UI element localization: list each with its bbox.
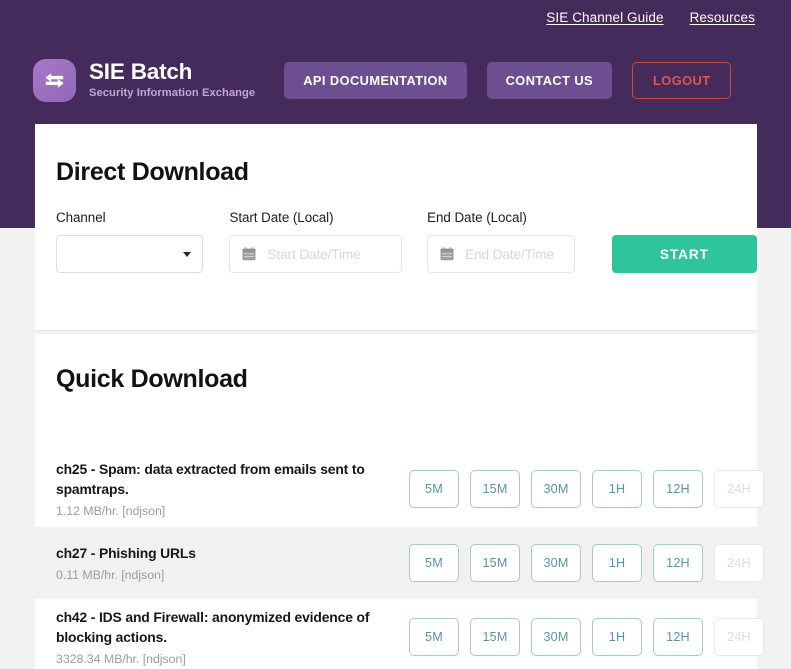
quick-download-title: Quick Download bbox=[56, 365, 248, 393]
channel-select[interactable] bbox=[56, 235, 204, 273]
sie-batch-logo bbox=[33, 58, 76, 102]
channel-rate: 3328.34 MB/hr. [ndjson] bbox=[56, 651, 186, 666]
end-date-label: End Date (Local) bbox=[427, 210, 527, 225]
duration-button-24h: 24H bbox=[714, 617, 764, 656]
start-date-input[interactable]: Start Date/Time bbox=[229, 235, 403, 273]
start-date-label: Start Date (Local) bbox=[229, 210, 334, 225]
chevron-down-icon bbox=[183, 251, 192, 257]
api-documentation-button[interactable]: API DOCUMENTATION bbox=[284, 61, 467, 99]
duration-button-group: 5M 15M 30M 1H 12H 24H bbox=[409, 617, 764, 656]
duration-button-15m[interactable]: 15M bbox=[470, 469, 520, 508]
start-date-placeholder: Start Date/Time bbox=[267, 246, 361, 262]
direct-download-form: Channel Start Date (Local) Start Date/Ti… bbox=[35, 187, 758, 273]
duration-button-1h[interactable]: 1H bbox=[592, 543, 642, 582]
quick-download-list: ch25 - Spam: data extracted from emails … bbox=[35, 451, 764, 669]
table-row: ch27 - Phishing URLs 0.11 MB/hr. [ndjson]… bbox=[35, 526, 764, 599]
top-nav-links: SIE Channel Guide Resources bbox=[546, 10, 755, 25]
duration-button-1h[interactable]: 1H bbox=[592, 469, 642, 508]
brand-row: SIE Batch Security Information Exchange … bbox=[33, 55, 758, 105]
duration-button-12h[interactable]: 12H bbox=[653, 617, 703, 656]
duration-button-12h[interactable]: 12H bbox=[653, 469, 703, 508]
logout-button[interactable]: LOGOUT bbox=[632, 61, 732, 99]
end-date-field: End Date (Local) End Date/Time bbox=[427, 210, 575, 273]
duration-button-5m[interactable]: 5M bbox=[409, 543, 459, 582]
channel-info: ch42 - IDS and Firewall: anonymized evid… bbox=[56, 608, 376, 666]
start-button[interactable]: START bbox=[611, 235, 758, 273]
brand-text: SIE Batch Security Information Exchange bbox=[89, 58, 256, 100]
duration-button-30m[interactable]: 30M bbox=[531, 617, 581, 656]
duration-button-5m[interactable]: 5M bbox=[409, 469, 459, 508]
brand-title: SIE Batch bbox=[89, 58, 193, 84]
duration-button-24h: 24H bbox=[714, 469, 764, 508]
header-buttons: API DOCUMENTATION CONTACT US LOGOUT bbox=[284, 61, 732, 99]
end-date-placeholder: End Date/Time bbox=[465, 246, 554, 262]
contact-us-button[interactable]: CONTACT US bbox=[486, 61, 613, 99]
channel-label: Channel bbox=[56, 210, 106, 225]
duration-button-15m[interactable]: 15M bbox=[470, 543, 520, 582]
duration-button-12h[interactable]: 12H bbox=[653, 543, 703, 582]
brand-subtitle: Security Information Exchange bbox=[89, 87, 256, 100]
duration-button-30m[interactable]: 30M bbox=[531, 469, 581, 508]
resources-link[interactable]: Resources bbox=[690, 10, 755, 25]
calendar-icon bbox=[242, 247, 256, 261]
end-date-input[interactable]: End Date/Time bbox=[427, 235, 575, 273]
duration-button-15m[interactable]: 15M bbox=[470, 617, 520, 656]
duration-button-1h[interactable]: 1H bbox=[592, 617, 642, 656]
start-date-field: Start Date (Local) Start Date/Time bbox=[229, 210, 403, 273]
channel-name: ch27 - Phishing URLs bbox=[56, 544, 196, 561]
sie-channel-guide-link[interactable]: SIE Channel Guide bbox=[546, 10, 663, 25]
channel-info: ch27 - Phishing URLs 0.11 MB/hr. [ndjson] bbox=[56, 544, 376, 582]
table-row: ch25 - Spam: data extracted from emails … bbox=[35, 451, 764, 527]
channel-field: Channel bbox=[56, 210, 204, 273]
direct-download-title: Direct Download bbox=[56, 158, 249, 186]
duration-button-30m[interactable]: 30M bbox=[531, 543, 581, 582]
channel-name: ch42 - IDS and Firewall: anonymized evid… bbox=[56, 608, 370, 645]
calendar-icon bbox=[440, 247, 454, 261]
duration-button-24h: 24H bbox=[714, 543, 764, 582]
exchange-arrows-icon bbox=[42, 70, 67, 91]
channel-name: ch25 - Spam: data extracted from emails … bbox=[56, 461, 365, 497]
channel-rate: 1.12 MB/hr. [ndjson] bbox=[56, 503, 166, 518]
table-row: ch42 - IDS and Firewall: anonymized evid… bbox=[35, 599, 764, 669]
direct-download-card: Direct Download Channel Start Date (Loca… bbox=[35, 124, 758, 331]
duration-button-group: 5M 15M 30M 1H 12H 24H bbox=[409, 543, 764, 582]
quick-download-card: Quick Download ch25 - Spam: data extract… bbox=[35, 334, 764, 669]
channel-rate: 0.11 MB/hr. [ndjson] bbox=[56, 567, 165, 582]
channel-info: ch25 - Spam: data extracted from emails … bbox=[56, 460, 376, 518]
duration-button-group: 5M 15M 30M 1H 12H 24H bbox=[409, 469, 764, 508]
duration-button-5m[interactable]: 5M bbox=[409, 617, 459, 656]
